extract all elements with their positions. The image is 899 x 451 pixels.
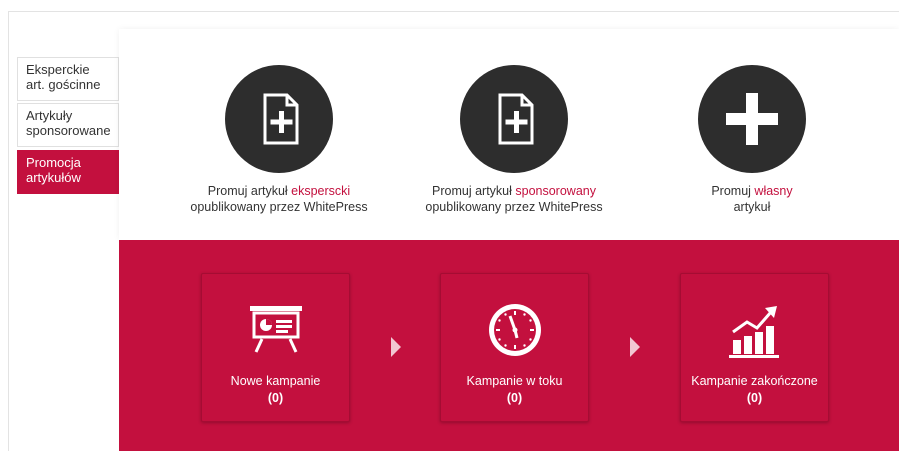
option-label: Promuj artykuł sponsorowany opublikowany… <box>394 183 634 215</box>
option-sponsored-article[interactable]: Promuj artykuł sponsorowany opublikowany… <box>394 29 634 240</box>
tab-label-line2: sponsorowane <box>26 123 111 138</box>
option-label-prefix: Promuj artykuł <box>207 184 292 198</box>
option-label-emphasis: eksperscki <box>291 184 351 198</box>
card-count: (0) <box>267 391 284 405</box>
card-count: (0) <box>506 391 523 405</box>
promotion-options-panel: Promuj artykuł eksperscki opublikowany p… <box>119 29 899 240</box>
tab-label-line1: Promocja <box>26 155 81 170</box>
card-count: (0) <box>746 391 763 405</box>
option-label-emphasis: sponsorowany <box>515 184 596 198</box>
presentation-board-icon <box>244 300 308 360</box>
option-own-article[interactable]: Promuj własny artykuł <box>632 29 872 240</box>
card-new-campaigns[interactable]: Nowe kampanie (0) <box>201 273 350 422</box>
clock-icon <box>483 300 547 360</box>
option-label-line2: opublikowany przez WhitePress <box>190 200 368 214</box>
document-plus-icon <box>225 65 333 173</box>
option-label-emphasis: własny <box>754 184 793 198</box>
option-expert-article[interactable]: Promuj artykuł eksperscki opublikowany p… <box>159 29 399 240</box>
option-label: Promuj własny artykuł <box>632 183 872 215</box>
plus-icon <box>698 65 806 173</box>
tab-label-line1: Eksperckie <box>26 62 90 77</box>
option-label-line2: artykuł <box>733 200 771 214</box>
growth-chart-icon <box>723 300 787 360</box>
tab-label-line1: Artykuły <box>26 108 73 123</box>
tab-label-line2: art. gościnne <box>26 77 101 92</box>
campaigns-section: Nowe kampanie (0) Kampanie w toku (0) Ka… <box>119 240 899 451</box>
option-label-prefix: Promuj artykuł <box>432 184 516 198</box>
card-title: Kampanie w toku <box>466 374 563 388</box>
tab-label-line2: artykułów <box>26 170 81 185</box>
card-campaigns-in-progress[interactable]: Kampanie w toku (0) <box>440 273 589 422</box>
option-label-prefix: Promuj <box>711 184 755 198</box>
frame-top-border <box>8 11 899 12</box>
option-label-line2: opublikowany przez WhitePress <box>425 200 603 214</box>
tab-promocja[interactable]: Promocja artykułów <box>17 150 126 194</box>
card-title: Nowe kampanie <box>230 374 321 388</box>
frame-left-border <box>8 11 9 451</box>
chevron-right-icon <box>391 337 401 357</box>
tab-sponsorowane[interactable]: Artykuły sponsorowane <box>17 103 119 147</box>
chevron-right-icon <box>630 337 640 357</box>
tab-eksperckie[interactable]: Eksperckie art. gościnne <box>17 57 119 101</box>
option-label: Promuj artykuł eksperscki opublikowany p… <box>159 183 399 215</box>
card-title: Kampanie zakończone <box>691 374 818 388</box>
document-plus-icon <box>460 65 568 173</box>
card-completed-campaigns[interactable]: Kampanie zakończone (0) <box>680 273 829 422</box>
